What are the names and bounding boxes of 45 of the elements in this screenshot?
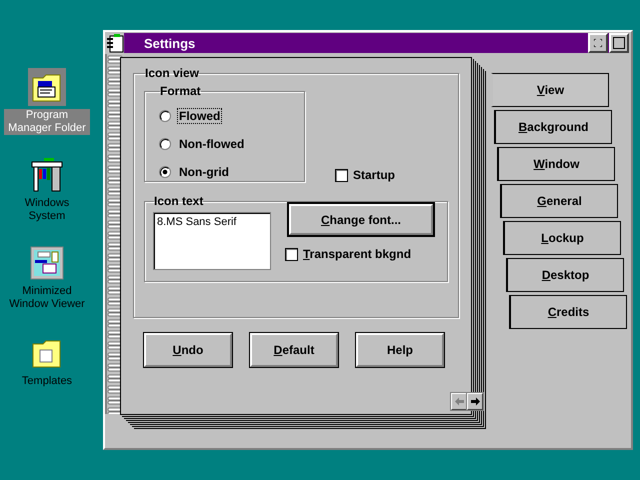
window-title: Settings bbox=[144, 36, 196, 50]
dialog-button[interactable]: Default bbox=[250, 333, 338, 367]
restore-button[interactable] bbox=[588, 33, 608, 53]
group-title: Format bbox=[160, 84, 201, 98]
window-icon[interactable] bbox=[28, 244, 66, 282]
dialog-button[interactable]: Help bbox=[356, 333, 444, 367]
notebook-tab[interactable]: View bbox=[491, 73, 609, 107]
checkbox-label: Transparent bkgnd bbox=[303, 247, 412, 261]
icon-label: Minimized Window Viewer bbox=[9, 285, 85, 311]
checkbox-label: Startup bbox=[353, 168, 395, 182]
group-title: Icon text bbox=[154, 194, 204, 208]
next-page-button[interactable] bbox=[467, 393, 483, 410]
group-title: Icon view bbox=[145, 66, 200, 80]
icon-label: Windows System bbox=[24, 197, 70, 223]
checkbox[interactable] bbox=[285, 248, 298, 260]
font-preview-field: 8.MS Sans Serif bbox=[153, 212, 271, 270]
icon-label: Templates bbox=[20, 375, 74, 388]
radio-option[interactable]: Flowed bbox=[159, 102, 304, 130]
radio-option[interactable]: Non-grid bbox=[159, 158, 304, 186]
notebook-tab[interactable]: Desktop bbox=[506, 258, 624, 292]
radio-button[interactable] bbox=[159, 110, 171, 122]
dialog-button[interactable]: Undo bbox=[144, 333, 232, 367]
notebook-icon[interactable] bbox=[106, 33, 124, 53]
notebook-tab[interactable]: General bbox=[500, 184, 618, 218]
radio-button[interactable] bbox=[159, 138, 171, 150]
change-font-button[interactable]: Change font... bbox=[289, 204, 433, 235]
corners-icon bbox=[594, 39, 602, 47]
notebook-tab[interactable]: Window bbox=[497, 147, 615, 181]
notebook-tab[interactable]: Lockup bbox=[503, 221, 621, 255]
radio-label: Flowed bbox=[177, 108, 222, 124]
transparent-checkbox-row[interactable]: Transparent bkgnd bbox=[285, 247, 433, 261]
radio-button[interactable] bbox=[159, 166, 171, 178]
radio-label: Non-flowed bbox=[178, 136, 246, 152]
right-arrow-icon bbox=[470, 397, 480, 406]
folder-icon[interactable] bbox=[28, 68, 66, 106]
maximize-button[interactable] bbox=[609, 33, 629, 53]
icon-label: Program Manager Folder bbox=[4, 109, 90, 135]
left-arrow-icon bbox=[454, 397, 464, 406]
radio-option[interactable]: Non-flowed bbox=[159, 130, 304, 158]
radio-label: Non-grid bbox=[178, 164, 230, 180]
notebook-tab[interactable]: Background bbox=[494, 110, 612, 144]
notebook-tab[interactable]: Credits bbox=[509, 295, 627, 329]
startup-checkbox-row[interactable]: Startup bbox=[335, 168, 395, 182]
square-icon bbox=[613, 37, 625, 49]
checkbox[interactable] bbox=[335, 168, 348, 182]
